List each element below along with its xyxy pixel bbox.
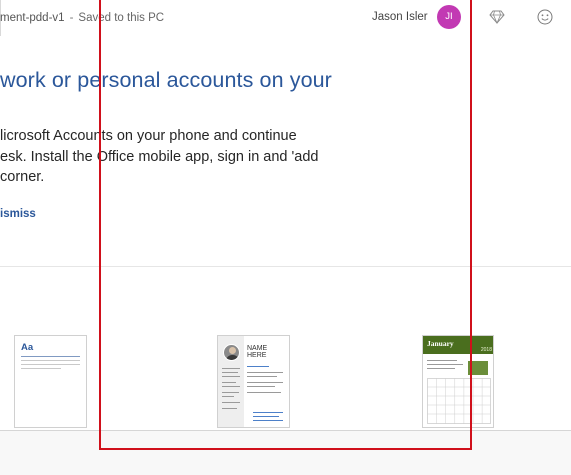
avatar[interactable]: JI (437, 5, 461, 29)
banner-line: licrosoft Accounts on your phone and con… (0, 128, 297, 144)
preview-rule (222, 382, 236, 383)
template-calendar[interactable]: January 2018 (422, 335, 494, 428)
title-bar: ment-pdd-v1- Saved to this PC Jason Isler… (0, 0, 571, 36)
banner-message: licrosoft Accounts on your phone and con… (0, 126, 340, 188)
account-name[interactable]: Jason Isler (372, 11, 428, 23)
resume-photo (223, 344, 240, 361)
calendar-photo (468, 361, 488, 375)
preview-rule (222, 392, 239, 393)
template-resume[interactable]: NAME HERE (217, 335, 290, 428)
document-title: ment-pdd-v1- Saved to this PC (0, 12, 164, 24)
banner-heading: work or personal accounts on your (0, 68, 332, 92)
premium-button[interactable] (486, 6, 508, 28)
preview-rule (222, 402, 240, 403)
preview-rule (253, 420, 283, 421)
calendar-header: January 2018 (423, 336, 493, 354)
template-preview-text: Aa (21, 342, 34, 353)
calendar-year: 2018 (480, 347, 492, 353)
preview-rule (427, 368, 455, 369)
diamond-icon (489, 10, 505, 24)
section-divider (0, 266, 571, 267)
template-blank-document[interactable]: Aa (14, 335, 87, 428)
preview-rule (21, 360, 80, 361)
preview-rule (222, 408, 237, 409)
document-name: ment-pdd-v1 (0, 12, 65, 24)
preview-rule (427, 360, 457, 361)
preview-rule (427, 364, 463, 365)
preview-rule (253, 412, 283, 413)
template-preview-text: NAME HERE (247, 345, 268, 359)
preview-rule (21, 356, 80, 357)
preview-rule (222, 368, 240, 369)
preview-rule (247, 386, 275, 387)
footer-strip (0, 430, 571, 475)
preview-rule (247, 382, 283, 383)
preview-rule (247, 366, 269, 367)
preview-rule (222, 396, 234, 397)
calendar-grid (427, 378, 491, 424)
preview-rule (253, 416, 279, 417)
feedback-button[interactable] (534, 6, 556, 28)
preview-rule (247, 372, 283, 373)
title-separator: - (69, 12, 74, 24)
preview-rule (247, 376, 277, 377)
save-status: Saved to this PC (78, 12, 165, 24)
banner-line: esk. Install the Office mobile app, sign… (0, 148, 319, 165)
preview-rule (222, 372, 238, 373)
banner-line: corner. (0, 169, 45, 185)
preview-rule (21, 364, 80, 365)
preview-rule (21, 368, 61, 369)
preview-rule (222, 386, 240, 387)
dismiss-link[interactable]: ismiss (0, 208, 36, 220)
preview-rule (247, 392, 281, 393)
preview-rule (222, 376, 240, 377)
smiley-icon (537, 9, 553, 25)
calendar-month: January (427, 339, 454, 348)
resume-sidebar (218, 336, 244, 427)
